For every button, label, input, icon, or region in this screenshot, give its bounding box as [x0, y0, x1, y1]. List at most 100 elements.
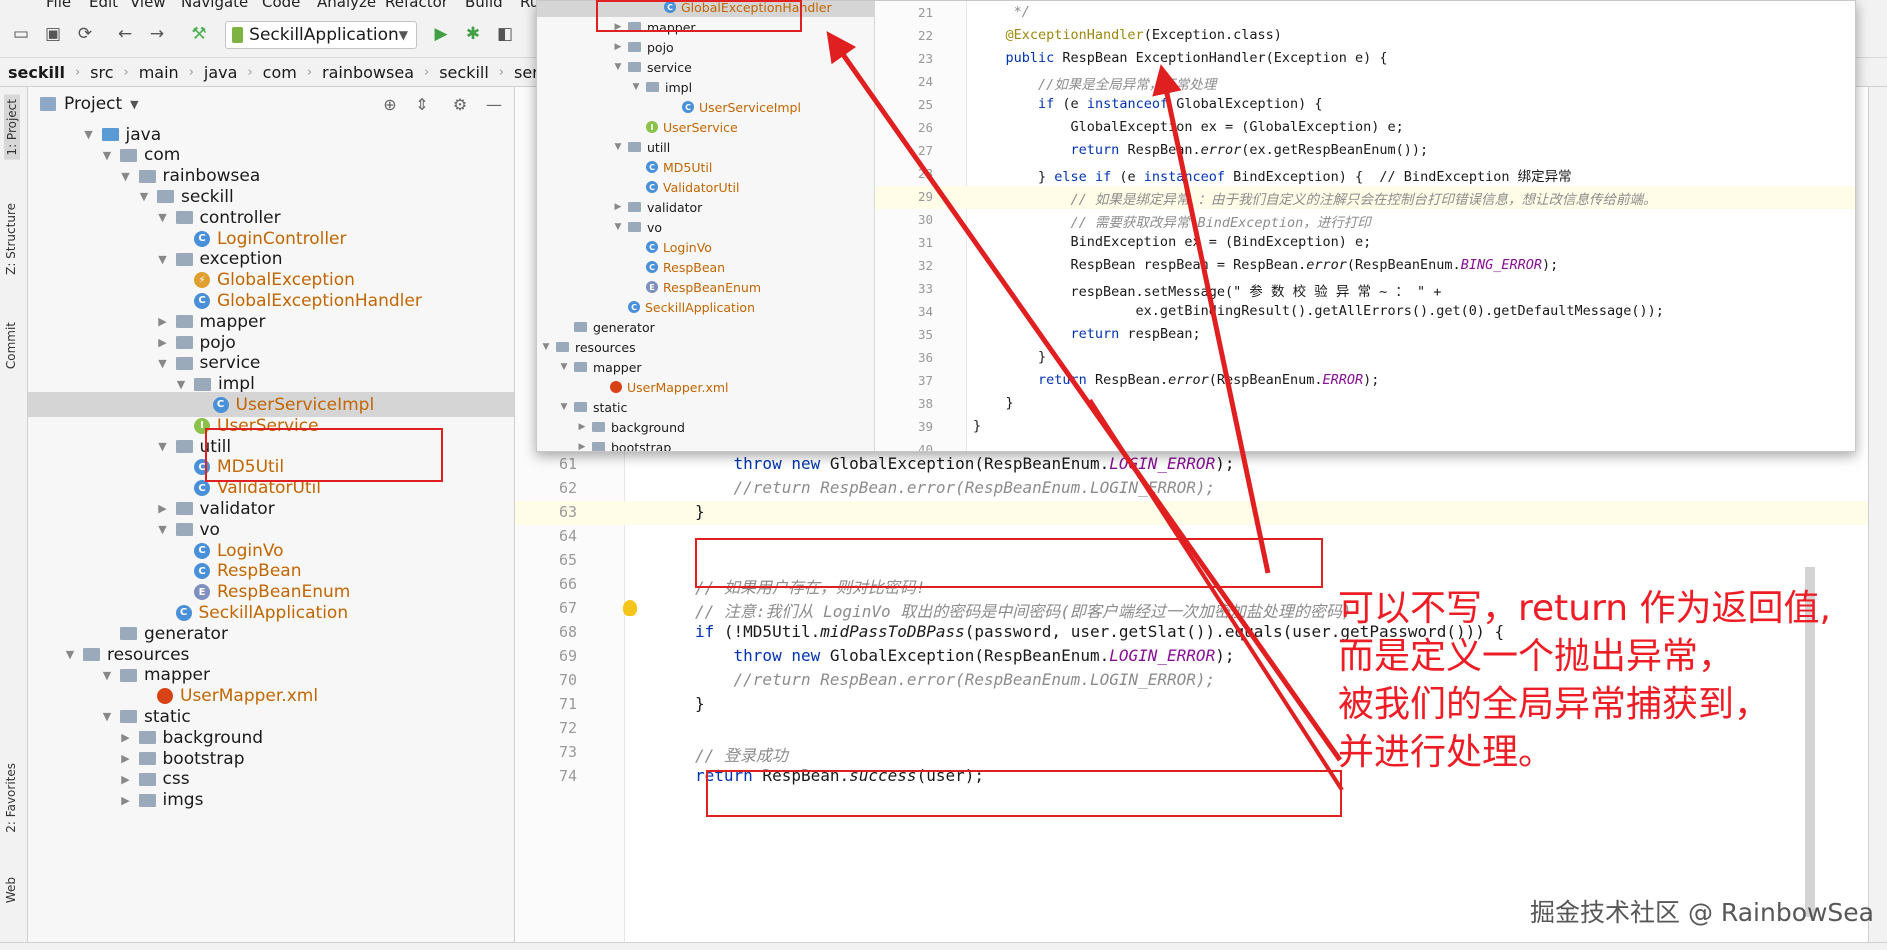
tree-item[interactable]: ▼ resources [537, 337, 874, 357]
expand-arrow-icon[interactable]: ▼ [63, 648, 77, 661]
code-line[interactable]: 34 ex.getBindingResult().getAllErrors().… [875, 301, 1855, 324]
tree-item[interactable]: ▼ utill [537, 137, 874, 157]
tree-item[interactable]: C MD5Util [537, 157, 874, 177]
code-line[interactable]: 31 BindException ex = (BindException) e; [875, 232, 1855, 255]
code-line[interactable]: 27 return RespBean.error(ex.getRespBeanE… [875, 140, 1855, 163]
code-line[interactable]: 23 public RespBean ExceptionHandler(Exce… [875, 48, 1855, 71]
menu-item[interactable]: Navigate [181, 0, 248, 11]
save-icon[interactable]: ▣ [42, 23, 64, 45]
expand-arrow-icon[interactable]: ▼ [137, 190, 151, 203]
expand-arrow-icon[interactable]: ▶ [577, 442, 587, 451]
tree-item[interactable]: C LoginVo [537, 237, 874, 257]
tree-item[interactable]: ▶ background [537, 417, 874, 437]
expand-arrow-icon[interactable]: ▶ [156, 336, 170, 349]
tab-web[interactable]: Web [4, 877, 18, 903]
tree-item[interactable]: C SeckillApplication [537, 297, 874, 317]
tree-item[interactable]: UserMapper.xml [537, 377, 874, 397]
expand-arrow-icon[interactable]: ▼ [559, 402, 569, 412]
expand-arrow-icon[interactable]: ▼ [559, 362, 569, 372]
code-line[interactable]: 32 RespBean respBean = RespBean.error(Re… [875, 255, 1855, 278]
code-line[interactable]: 37 return RespBean.error(RespBeanEnum.ER… [875, 370, 1855, 393]
code-line[interactable]: 25 if (e instanceof GlobalException) { [875, 94, 1855, 117]
code-line[interactable]: 38 } [875, 393, 1855, 416]
tree-item[interactable]: ▶ bootstrap [537, 437, 874, 451]
tree-item[interactable]: C ValidatorUtil [537, 177, 874, 197]
tab-project[interactable]: 1: Project [4, 95, 20, 160]
expand-arrow-icon[interactable]: ▼ [119, 170, 133, 183]
expand-arrow-icon[interactable]: ▶ [119, 752, 133, 765]
expand-arrow-icon[interactable]: ▼ [100, 710, 114, 723]
code-line[interactable]: 36 } [875, 347, 1855, 370]
expand-arrow-icon[interactable]: ▶ [577, 422, 587, 432]
breadcrumb-item[interactable]: main [139, 63, 179, 82]
expand-arrow-icon[interactable]: ▶ [119, 773, 133, 786]
expand-arrow-icon[interactable]: ▶ [119, 731, 133, 744]
code-line[interactable]: 62 //return RespBean.error(RespBeanEnum.… [515, 477, 1868, 501]
code-line[interactable]: 61 throw new GlobalException(RespBeanEnu… [515, 453, 1868, 477]
tree-item[interactable]: ▼ impl [537, 77, 874, 97]
expand-arrow-icon[interactable]: ▼ [541, 342, 551, 352]
expand-arrow-icon[interactable]: ▼ [174, 378, 188, 391]
expand-arrow-icon[interactable]: ▼ [156, 211, 170, 224]
breadcrumb-item[interactable]: src [90, 63, 113, 82]
tree-item[interactable]: ▼ mapper [537, 357, 874, 377]
lightbulb-icon[interactable] [623, 600, 637, 616]
menu-item[interactable]: Refactor [385, 0, 448, 11]
code-line[interactable]: 35 return respBean; [875, 324, 1855, 347]
code-line[interactable]: 28 } else if (e instanceof BindException… [875, 163, 1855, 186]
code-line[interactable]: 30 // 需要获取改异常 BindException，进行打印 [875, 209, 1855, 232]
breadcrumb-item[interactable]: seckill [8, 63, 65, 82]
expand-arrow-icon[interactable]: ▼ [156, 440, 170, 453]
expand-arrow-icon[interactable]: ▼ [613, 142, 623, 152]
code-line[interactable]: 33 respBean.setMessage(" 参 数 校 验 异 常 ~ ：… [875, 278, 1855, 301]
minimize-icon[interactable]: — [484, 94, 504, 114]
locate-target-icon[interactable]: ⊕ [380, 94, 400, 114]
chevron-down-icon[interactable]: ▼ [130, 98, 138, 111]
tree-item[interactable]: ▼ service [537, 57, 874, 77]
tree-item[interactable]: generator [537, 317, 874, 337]
code-line[interactable]: 63} [515, 501, 1868, 525]
menu-item[interactable]: Code [262, 0, 300, 11]
sync-icon[interactable]: ⟳ [74, 23, 96, 45]
tab-structure[interactable]: Z: Structure [4, 203, 18, 275]
menu-item[interactable]: Edit [89, 0, 118, 11]
expand-arrow-icon[interactable]: ▼ [82, 128, 96, 141]
expand-arrow-icon[interactable]: ▼ [156, 357, 170, 370]
expand-arrow-icon[interactable]: ▶ [613, 42, 623, 52]
expand-arrow-icon[interactable]: ▼ [156, 253, 170, 266]
expand-arrow-icon[interactable]: ▼ [631, 82, 641, 92]
expand-arrow-icon[interactable]: ▶ [156, 315, 170, 328]
breadcrumb-item[interactable]: java [204, 63, 238, 82]
breadcrumb-item[interactable]: rainbowsea [322, 63, 414, 82]
code-line[interactable]: 39} [875, 416, 1855, 439]
tree-item[interactable]: E RespBeanEnum [537, 277, 874, 297]
tree-item[interactable]: ▼ vo [537, 217, 874, 237]
build-hammer-icon[interactable]: ⚒ [188, 23, 210, 45]
expand-arrow-icon[interactable]: ▼ [613, 62, 623, 72]
coverage-icon[interactable]: ◧ [494, 23, 516, 45]
menu-item[interactable]: File [46, 0, 71, 11]
tree-item[interactable]: I UserService [537, 117, 874, 137]
expand-arrow-icon[interactable]: ▶ [613, 202, 623, 212]
code-line[interactable]: 24 //如果是全局异常，正常处理 [875, 71, 1855, 94]
expand-arrow-icon[interactable]: ▼ [613, 222, 623, 232]
expand-arrow-icon[interactable]: ▼ [100, 669, 114, 682]
code-line[interactable]: 22 @ExceptionHandler(Exception.class) [875, 25, 1855, 48]
breadcrumb-item[interactable]: seckill [439, 63, 489, 82]
tree-item[interactable]: ▶ validator [537, 197, 874, 217]
code-line[interactable]: 40 [875, 439, 1855, 451]
code-line[interactable]: 29 // 如果是绑定异常 ：由于我们自定义的注解只会在控制台打印错误信息，想让… [875, 186, 1855, 209]
debug-icon[interactable]: ✱ [462, 23, 484, 45]
back-arrow-icon[interactable]: ← [114, 23, 136, 45]
tree-item[interactable]: ▶ imgs [28, 788, 514, 813]
expand-arrow-icon[interactable]: ▼ [100, 149, 114, 162]
tree-item[interactable]: C UserServiceImpl [537, 97, 874, 117]
expand-arrow-icon[interactable]: ▶ [156, 502, 170, 515]
collapse-all-icon[interactable]: ⇕ [412, 94, 432, 114]
expand-arrow-icon[interactable]: ▶ [119, 794, 133, 807]
run-icon[interactable]: ▶ [430, 23, 452, 45]
tab-favorites[interactable]: 2: Favorites [4, 763, 18, 833]
tree-item[interactable]: C RespBean [537, 257, 874, 277]
open-folder-icon[interactable]: ▭ [10, 23, 32, 45]
tab-commit[interactable]: Commit [4, 322, 18, 369]
